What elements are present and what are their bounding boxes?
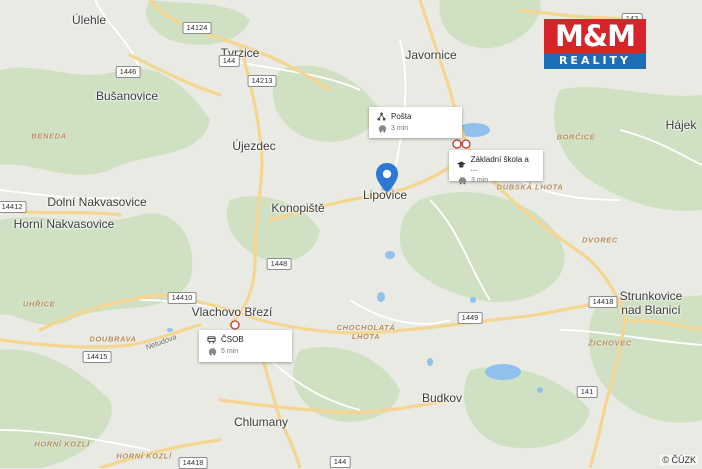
road-shield: 14415 bbox=[82, 351, 112, 363]
poi-time: 3 min bbox=[471, 177, 489, 184]
car-icon bbox=[208, 348, 217, 356]
logo-top-text: M&M bbox=[544, 19, 646, 53]
road-shield: 14412 bbox=[0, 201, 27, 213]
poi-name: ČSOB bbox=[221, 335, 244, 344]
district-borcice: BORČICE bbox=[556, 132, 596, 142]
place-busanovice: Bušanovice bbox=[95, 89, 159, 103]
poi-name: Základní škola a ... bbox=[470, 155, 529, 173]
district-uhrice: UHŘICE bbox=[22, 299, 56, 309]
poi-time: 3 min bbox=[391, 125, 409, 132]
bank-marker-icon[interactable] bbox=[230, 320, 240, 330]
place-lipovice: Lipovice bbox=[362, 188, 408, 202]
place-ujezdec: Újezdec bbox=[232, 139, 276, 153]
district-doubrava: DOUBRAVA bbox=[89, 334, 137, 344]
logo-bottom-text: REALITY bbox=[544, 53, 646, 69]
place-strunkovice-nad-blanici: Strunkovice nad Blanicí bbox=[619, 289, 683, 317]
place-konopiste: Konopiště bbox=[271, 201, 325, 215]
road-shield: 144 bbox=[329, 456, 351, 468]
road-shield: 1446 bbox=[115, 66, 141, 78]
poi-marker-icon[interactable] bbox=[452, 138, 472, 150]
district-dvorec: DVOREC bbox=[582, 235, 618, 245]
road-shield: 14418 bbox=[588, 296, 618, 308]
district-horni-kozli-2: HORNÍ KOZLÍ bbox=[116, 451, 172, 461]
poi-card-csob[interactable]: ČSOB 5 min bbox=[199, 330, 292, 362]
district-chocholata-lhota: CHOCHOLATÁ LHOTA bbox=[336, 323, 396, 341]
place-dolni-nakvasovice: Dolní Nakvasovice bbox=[47, 195, 147, 209]
map-copyright[interactable]: © ČÚZK bbox=[660, 455, 698, 465]
poi-card-posta[interactable]: Pošta 3 min bbox=[369, 107, 462, 138]
bank-icon bbox=[207, 336, 216, 344]
school-icon bbox=[457, 160, 466, 168]
place-horni-nakvasovice: Horní Nakvasovice bbox=[13, 217, 115, 231]
poi-time: 5 min bbox=[221, 348, 239, 355]
district-horni-kozli: HORNÍ KOZLÍ bbox=[34, 439, 90, 449]
district-beneda: BENEDA bbox=[31, 131, 67, 141]
post-office-icon bbox=[377, 112, 386, 121]
road-shield: 1448 bbox=[266, 258, 292, 270]
place-chlumany: Chlumany bbox=[233, 415, 289, 429]
map-canvas[interactable] bbox=[0, 0, 702, 468]
car-icon bbox=[458, 177, 467, 185]
poi-card-zakladni-skola[interactable]: Základní škola a ... 3 min bbox=[449, 150, 543, 185]
road-shield: 14213 bbox=[247, 75, 277, 87]
place-hajek: Hájek bbox=[665, 118, 697, 132]
road-shield: 14418 bbox=[178, 457, 208, 469]
place-vlachovo-brezi: Vlachovo Březí bbox=[191, 305, 273, 319]
road-shield: 1449 bbox=[457, 312, 483, 324]
car-icon bbox=[378, 125, 387, 133]
place-ulehle: Úlehle bbox=[71, 13, 107, 27]
district-zichovec: ŽICHOVEC bbox=[588, 338, 632, 348]
place-budkov: Budkov bbox=[421, 391, 463, 405]
poi-name: Pošta bbox=[391, 112, 412, 121]
road-shield: 14410 bbox=[167, 292, 197, 304]
mm-reality-logo[interactable]: M&M REALITY bbox=[544, 19, 646, 69]
road-shield: 14124 bbox=[182, 22, 212, 34]
place-javornice: Javornice bbox=[405, 48, 457, 62]
road-shield: 141 bbox=[576, 386, 598, 398]
road-shield: 144 bbox=[218, 55, 240, 67]
